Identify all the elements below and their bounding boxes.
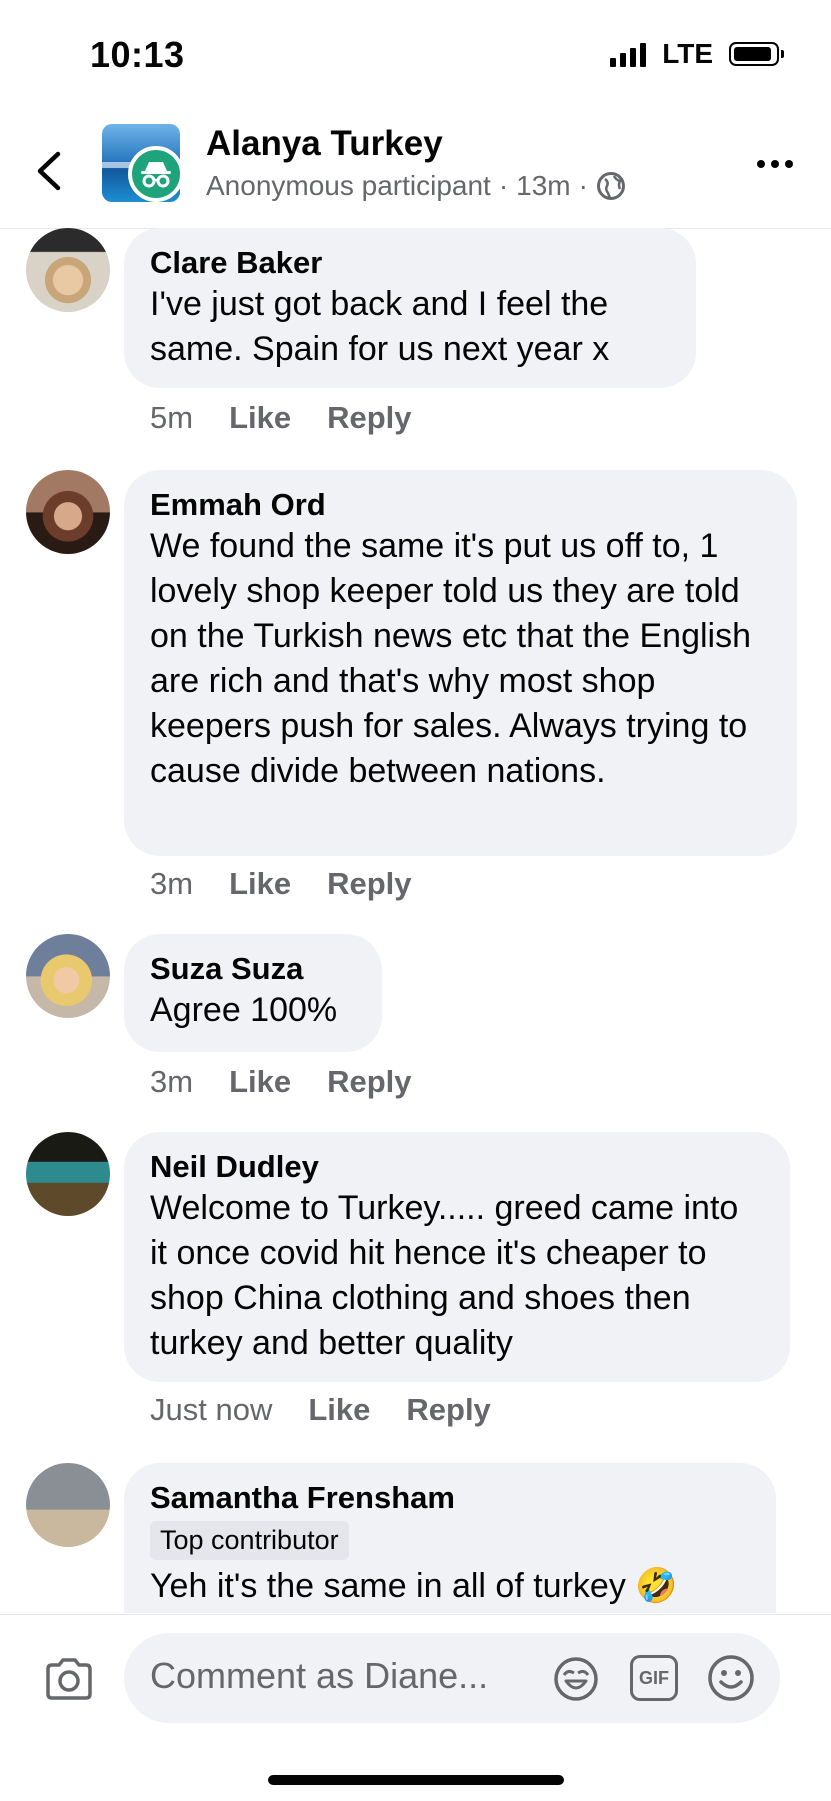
gif-icon[interactable]: GIF (630, 1655, 678, 1701)
meta-separator: · (498, 170, 509, 201)
reply-button[interactable]: Reply (327, 866, 411, 902)
comment-text: We found the same it's put us off to, 1 … (150, 527, 752, 790)
reply-button[interactable]: Reply (327, 1064, 411, 1100)
more-options-button[interactable] (757, 160, 793, 168)
comment-text: I've just got back and I feel the same. … (150, 285, 610, 368)
like-button[interactable]: Like (308, 1392, 370, 1428)
comment-input[interactable]: Comment as Diane... GIF (124, 1633, 780, 1723)
group-title[interactable]: Alanya Turkey (206, 124, 443, 164)
comment-text: Welcome to Turkey..... greed came into i… (150, 1189, 739, 1362)
comment: Samantha Frensham Top contributor Yeh it… (0, 1463, 831, 1613)
status-time: 10:13 (90, 34, 185, 75)
status-bar: 10:13 LTE (0, 0, 831, 110)
like-button[interactable]: Like (229, 400, 291, 436)
incognito-icon (128, 146, 184, 202)
post-header: Alanya Turkey Anonymous participant · 13… (0, 110, 831, 229)
comment-author[interactable]: Suza Suza (150, 950, 356, 988)
network-label: LTE (662, 38, 713, 69)
camera-icon (46, 1658, 92, 1700)
back-button[interactable] (30, 146, 70, 196)
post-time: 13m (516, 170, 571, 201)
more-horizontal-icon (757, 160, 765, 168)
comment-bubble[interactable]: Suza Suza Agree 100% (124, 934, 382, 1052)
chevron-left-icon (37, 151, 61, 191)
post-meta: Anonymous participant · 13m · (206, 170, 626, 202)
top-contributor-badge: Top contributor (150, 1521, 349, 1560)
comment-actions: 3m Like Reply (150, 1064, 412, 1100)
comment-bubble[interactable]: Samantha Frensham Top contributor Yeh it… (124, 1463, 776, 1613)
comment-actions: Just now Like Reply (150, 1392, 491, 1428)
comment-time[interactable]: 5m (150, 400, 193, 436)
comment-time[interactable]: 3m (150, 1064, 193, 1100)
comment-bubble[interactable]: Emmah Ord We found the same it's put us … (124, 470, 797, 856)
meta-separator: · (578, 170, 588, 201)
comment-input-placeholder: Comment as Diane... (150, 1655, 489, 1696)
like-button[interactable]: Like (229, 866, 291, 902)
comment-bubble[interactable]: Neil Dudley Welcome to Turkey..... greed… (124, 1132, 790, 1382)
avatar[interactable] (26, 1132, 110, 1216)
comment-author[interactable]: Clare Baker (150, 244, 670, 282)
signal-icon (610, 41, 647, 67)
comment-bubble[interactable]: Clare Baker I've just got back and I fee… (124, 228, 696, 388)
battery-icon (729, 42, 784, 66)
reply-button[interactable]: Reply (327, 400, 411, 436)
avatar[interactable] (26, 228, 110, 312)
sticker-icon[interactable] (552, 1655, 600, 1703)
like-button[interactable]: Like (229, 1064, 291, 1100)
avatar[interactable] (26, 470, 110, 554)
status-indicators: LTE (610, 38, 784, 70)
reply-button[interactable]: Reply (406, 1392, 490, 1428)
comment-time[interactable]: Just now (150, 1392, 272, 1428)
avatar[interactable] (26, 1463, 110, 1547)
smiley-icon[interactable] (706, 1653, 756, 1703)
comment-actions: 3m Like Reply (150, 866, 412, 902)
comment-time[interactable]: 3m (150, 866, 193, 902)
home-indicator[interactable] (268, 1775, 564, 1785)
comment-text: Agree 100% (150, 991, 338, 1029)
comment-author[interactable]: Emmah Ord (150, 486, 771, 524)
globe-icon (596, 172, 625, 200)
camera-button[interactable] (44, 1657, 94, 1701)
avatar[interactable] (26, 934, 110, 1018)
comment-text: Yeh it's the same in all of turkey 🤣 (150, 1567, 678, 1605)
comment-composer: Comment as Diane... GIF (0, 1614, 831, 1801)
comment-author[interactable]: Neil Dudley (150, 1148, 764, 1186)
comment-actions: 5m Like Reply (150, 400, 412, 436)
poster-label: Anonymous participant (206, 170, 491, 201)
comment-author[interactable]: Samantha Frensham (150, 1479, 750, 1517)
